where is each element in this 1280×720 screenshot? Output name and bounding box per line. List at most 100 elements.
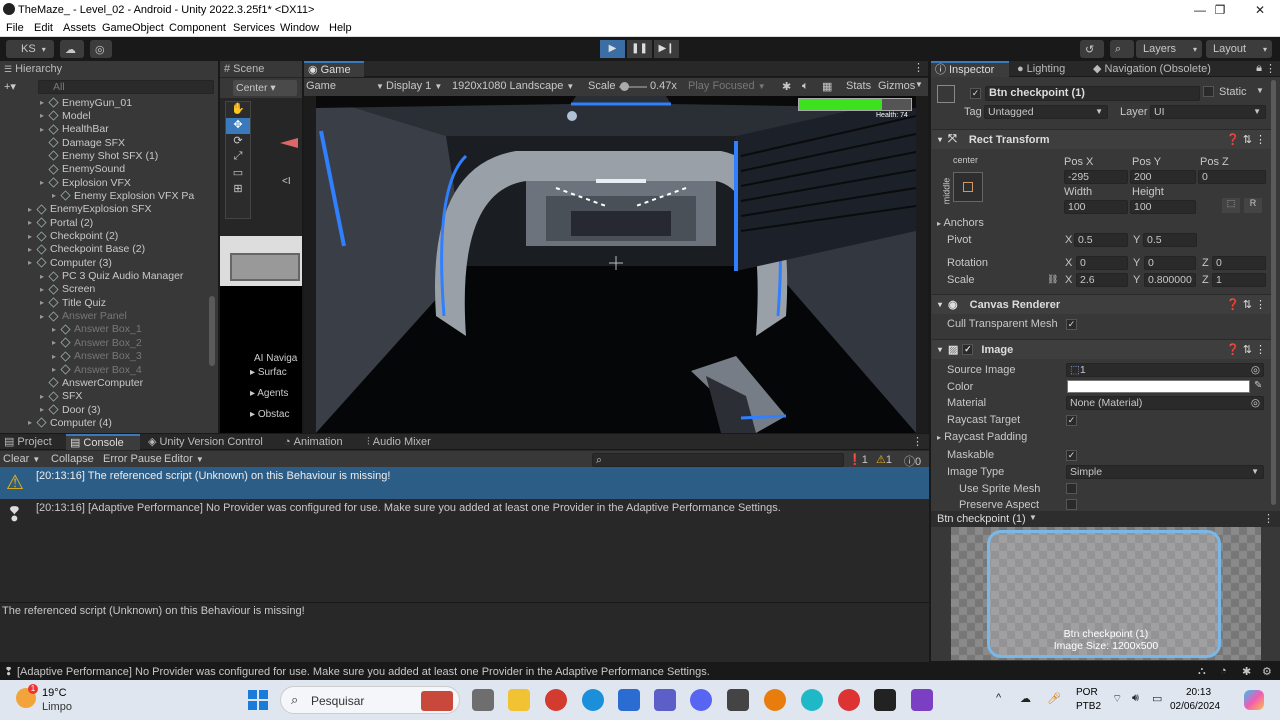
ai-item-agents[interactable]: ▸ Agents xyxy=(250,388,288,399)
menu-window[interactable]: Window xyxy=(280,22,319,34)
warning-count-toggle[interactable]: ⚠1 xyxy=(876,453,892,466)
clock-time[interactable]: 20:13 xyxy=(1186,687,1211,698)
copilot-icon[interactable] xyxy=(1244,690,1264,710)
raycast-target-checkbox[interactable]: ✓ xyxy=(1066,414,1081,426)
network-icon[interactable]: ◔ xyxy=(1220,665,1227,677)
clear-button[interactable]: Clear ▼ xyxy=(3,453,40,465)
menu-file[interactable]: File xyxy=(6,22,24,34)
error-count-toggle[interactable]: ❗1 xyxy=(848,453,868,466)
pivot-dropdown[interactable]: Center ▾ xyxy=(233,80,297,96)
more-icon[interactable]: ⋮ xyxy=(912,435,923,448)
chevron-right-icon[interactable]: ▸ xyxy=(52,338,61,347)
anchors-foldout[interactable]: ▸ Anchors xyxy=(937,217,984,229)
speaker-icon[interactable]: 🔈︎ xyxy=(802,80,809,93)
hierarchy-scrollbar[interactable] xyxy=(209,296,215,366)
settings-icon[interactable]: ⚙ xyxy=(1262,665,1272,678)
scale-x-field[interactable]: 2.6 xyxy=(1076,273,1128,287)
console-entry-warning[interactable]: ⚠ [20:13:16] The referenced script (Unkn… xyxy=(0,467,929,499)
chrome-icon[interactable] xyxy=(838,689,860,711)
preview-header[interactable]: Btn checkpoint (1) ▼ ⋮ xyxy=(931,511,1280,527)
layers-dropdown[interactable]: Layers ▾ xyxy=(1136,40,1202,58)
hierarchy-search-input[interactable]: All xyxy=(38,80,214,94)
image-enabled-checkbox[interactable]: ✓ xyxy=(962,344,974,355)
scale-z-field[interactable]: 1 xyxy=(1212,273,1266,287)
hierarchy-item[interactable]: AnswerComputer xyxy=(0,376,143,389)
scale-tool-icon[interactable]: ⤢ xyxy=(226,150,250,166)
ai-item-obstacles[interactable]: ▸ Obstac xyxy=(250,409,290,420)
battery-icon[interactable]: ▭ xyxy=(1152,692,1162,705)
play-focused-dropdown[interactable]: Play Focused ▼ xyxy=(688,80,766,92)
pivot-x-field[interactable]: 0.5 xyxy=(1074,233,1128,247)
menu-gameobject[interactable]: GameObject xyxy=(102,22,164,34)
tab-version-control[interactable]: ◈ Unity Version Control xyxy=(144,434,267,450)
more-icon[interactable]: ⋮ xyxy=(913,61,924,74)
teams-icon[interactable] xyxy=(654,689,676,711)
search-icon[interactable]: ⌕ xyxy=(1110,40,1134,58)
hierarchy-item[interactable]: EnemySound xyxy=(0,163,125,176)
rect-transform-header[interactable]: ▾ ⤧ Rect Transform ❓ ⇅ ⋮ xyxy=(932,129,1272,149)
static-checkbox[interactable] xyxy=(1203,86,1218,100)
vivaldi-icon[interactable] xyxy=(545,689,567,711)
hierarchy-item[interactable]: ▸ Answer Panel xyxy=(0,310,127,323)
stats-button[interactable]: Stats xyxy=(846,80,871,92)
console-search-input[interactable]: ⌕ xyxy=(592,453,844,467)
tab-game[interactable]: ◉ Game xyxy=(304,61,364,77)
hierarchy-item[interactable]: ▸ Portal (2) xyxy=(0,216,93,229)
blueprint-button[interactable]: ⬚ xyxy=(1222,198,1240,213)
hierarchy-item[interactable]: ▸ Answer Box_1 xyxy=(0,323,142,336)
chevron-right-icon[interactable]: ▸ xyxy=(40,111,49,120)
maximize-button[interactable]: ❐ xyxy=(1200,0,1240,20)
hierarchy-item[interactable]: ▸ PC 3 Quiz Audio Manager xyxy=(0,270,183,283)
menu-edit[interactable]: Edit xyxy=(34,22,53,34)
chevron-right-icon[interactable]: ▸ xyxy=(28,418,37,427)
hierarchy-item[interactable]: ▸ Answer Box_3 xyxy=(0,350,142,363)
console-entry-info[interactable]: ❢ [20:13:16] [Adaptive Performance] No P… xyxy=(0,499,929,531)
collapse-button[interactable]: Collapse xyxy=(51,453,94,465)
hierarchy-item[interactable]: ▸ Checkpoint (2) xyxy=(0,230,118,243)
hierarchy-item[interactable]: ▸ Checkpoint Base (2) xyxy=(0,243,145,256)
hierarchy-item[interactable]: ▸ EnemyGun_01 xyxy=(0,96,132,109)
tab-scene[interactable]: # Scene xyxy=(220,61,302,77)
sprite-mesh-checkbox[interactable] xyxy=(1066,483,1081,497)
hierarchy-item[interactable]: ▸ Computer (4) xyxy=(0,416,112,429)
object-name-field[interactable]: Btn checkpoint (1) xyxy=(985,86,1200,101)
width-field[interactable]: 100 xyxy=(1064,200,1128,214)
grid-icon[interactable]: ▦ xyxy=(822,80,832,93)
tab-hierarchy[interactable]: ☰ Hierarchy xyxy=(0,61,218,77)
posx-field[interactable]: -295 xyxy=(1064,170,1128,184)
tab-animation[interactable]: ◔ Animation xyxy=(280,434,347,450)
cloud-icon[interactable]: ☁ xyxy=(60,40,84,58)
menu-services[interactable]: Services xyxy=(233,22,275,34)
component-actions-icon[interactable]: ❓ ⇅ ⋮ xyxy=(1226,298,1266,311)
hierarchy-item[interactable]: ▸ SFX xyxy=(0,390,82,403)
unity-hub-icon[interactable] xyxy=(727,689,749,711)
blender-icon[interactable] xyxy=(764,689,786,711)
hierarchy-item[interactable]: Damage SFX xyxy=(0,136,125,149)
history-icon[interactable]: ↺ xyxy=(1080,40,1104,58)
microphone-icon[interactable]: 🎤︎ xyxy=(1047,692,1061,705)
error-pause-button[interactable]: Error Pause xyxy=(103,453,162,465)
inspector-scrollbar[interactable] xyxy=(1271,80,1276,505)
source-image-field[interactable]: ⬚1 ◎ xyxy=(1066,363,1264,377)
menu-component[interactable]: Component xyxy=(169,22,226,34)
rotation-z-field[interactable]: 0 xyxy=(1212,256,1266,270)
image-type-dropdown[interactable]: Simple ▼ xyxy=(1066,465,1264,479)
component-actions-icon[interactable]: ❓ ⇅ ⋮ xyxy=(1226,133,1266,146)
bug-icon[interactable]: ✱ xyxy=(1242,665,1251,678)
visual-studio-icon[interactable] xyxy=(911,689,933,711)
file-explorer-icon[interactable] xyxy=(508,689,530,711)
hierarchy-item[interactable]: ▸ Screen xyxy=(0,283,95,296)
layout-dropdown[interactable]: Layout ▾ xyxy=(1206,40,1272,58)
display-dropdown[interactable]: Display 1 ▼ xyxy=(386,80,442,92)
status-text[interactable]: [Adaptive Performance] No Provider was c… xyxy=(17,666,710,678)
scale-slider-handle[interactable] xyxy=(620,82,629,91)
resolution-dropdown[interactable]: 1920x1080 Landscape ▼ xyxy=(452,80,574,92)
pivot-y-field[interactable]: 0.5 xyxy=(1143,233,1197,247)
menu-help[interactable]: Help xyxy=(329,22,352,34)
raycast-padding-foldout[interactable]: ▸ Raycast Padding xyxy=(937,431,1027,443)
hand-tool-icon[interactable]: ✋ xyxy=(226,102,250,118)
account-dropdown[interactable]: KS ▾ xyxy=(6,40,54,58)
hierarchy-item[interactable]: ▸ Title Quiz xyxy=(0,296,106,309)
language-code[interactable]: POR xyxy=(1076,687,1098,698)
cull-checkbox[interactable]: ✓ xyxy=(1066,318,1081,330)
